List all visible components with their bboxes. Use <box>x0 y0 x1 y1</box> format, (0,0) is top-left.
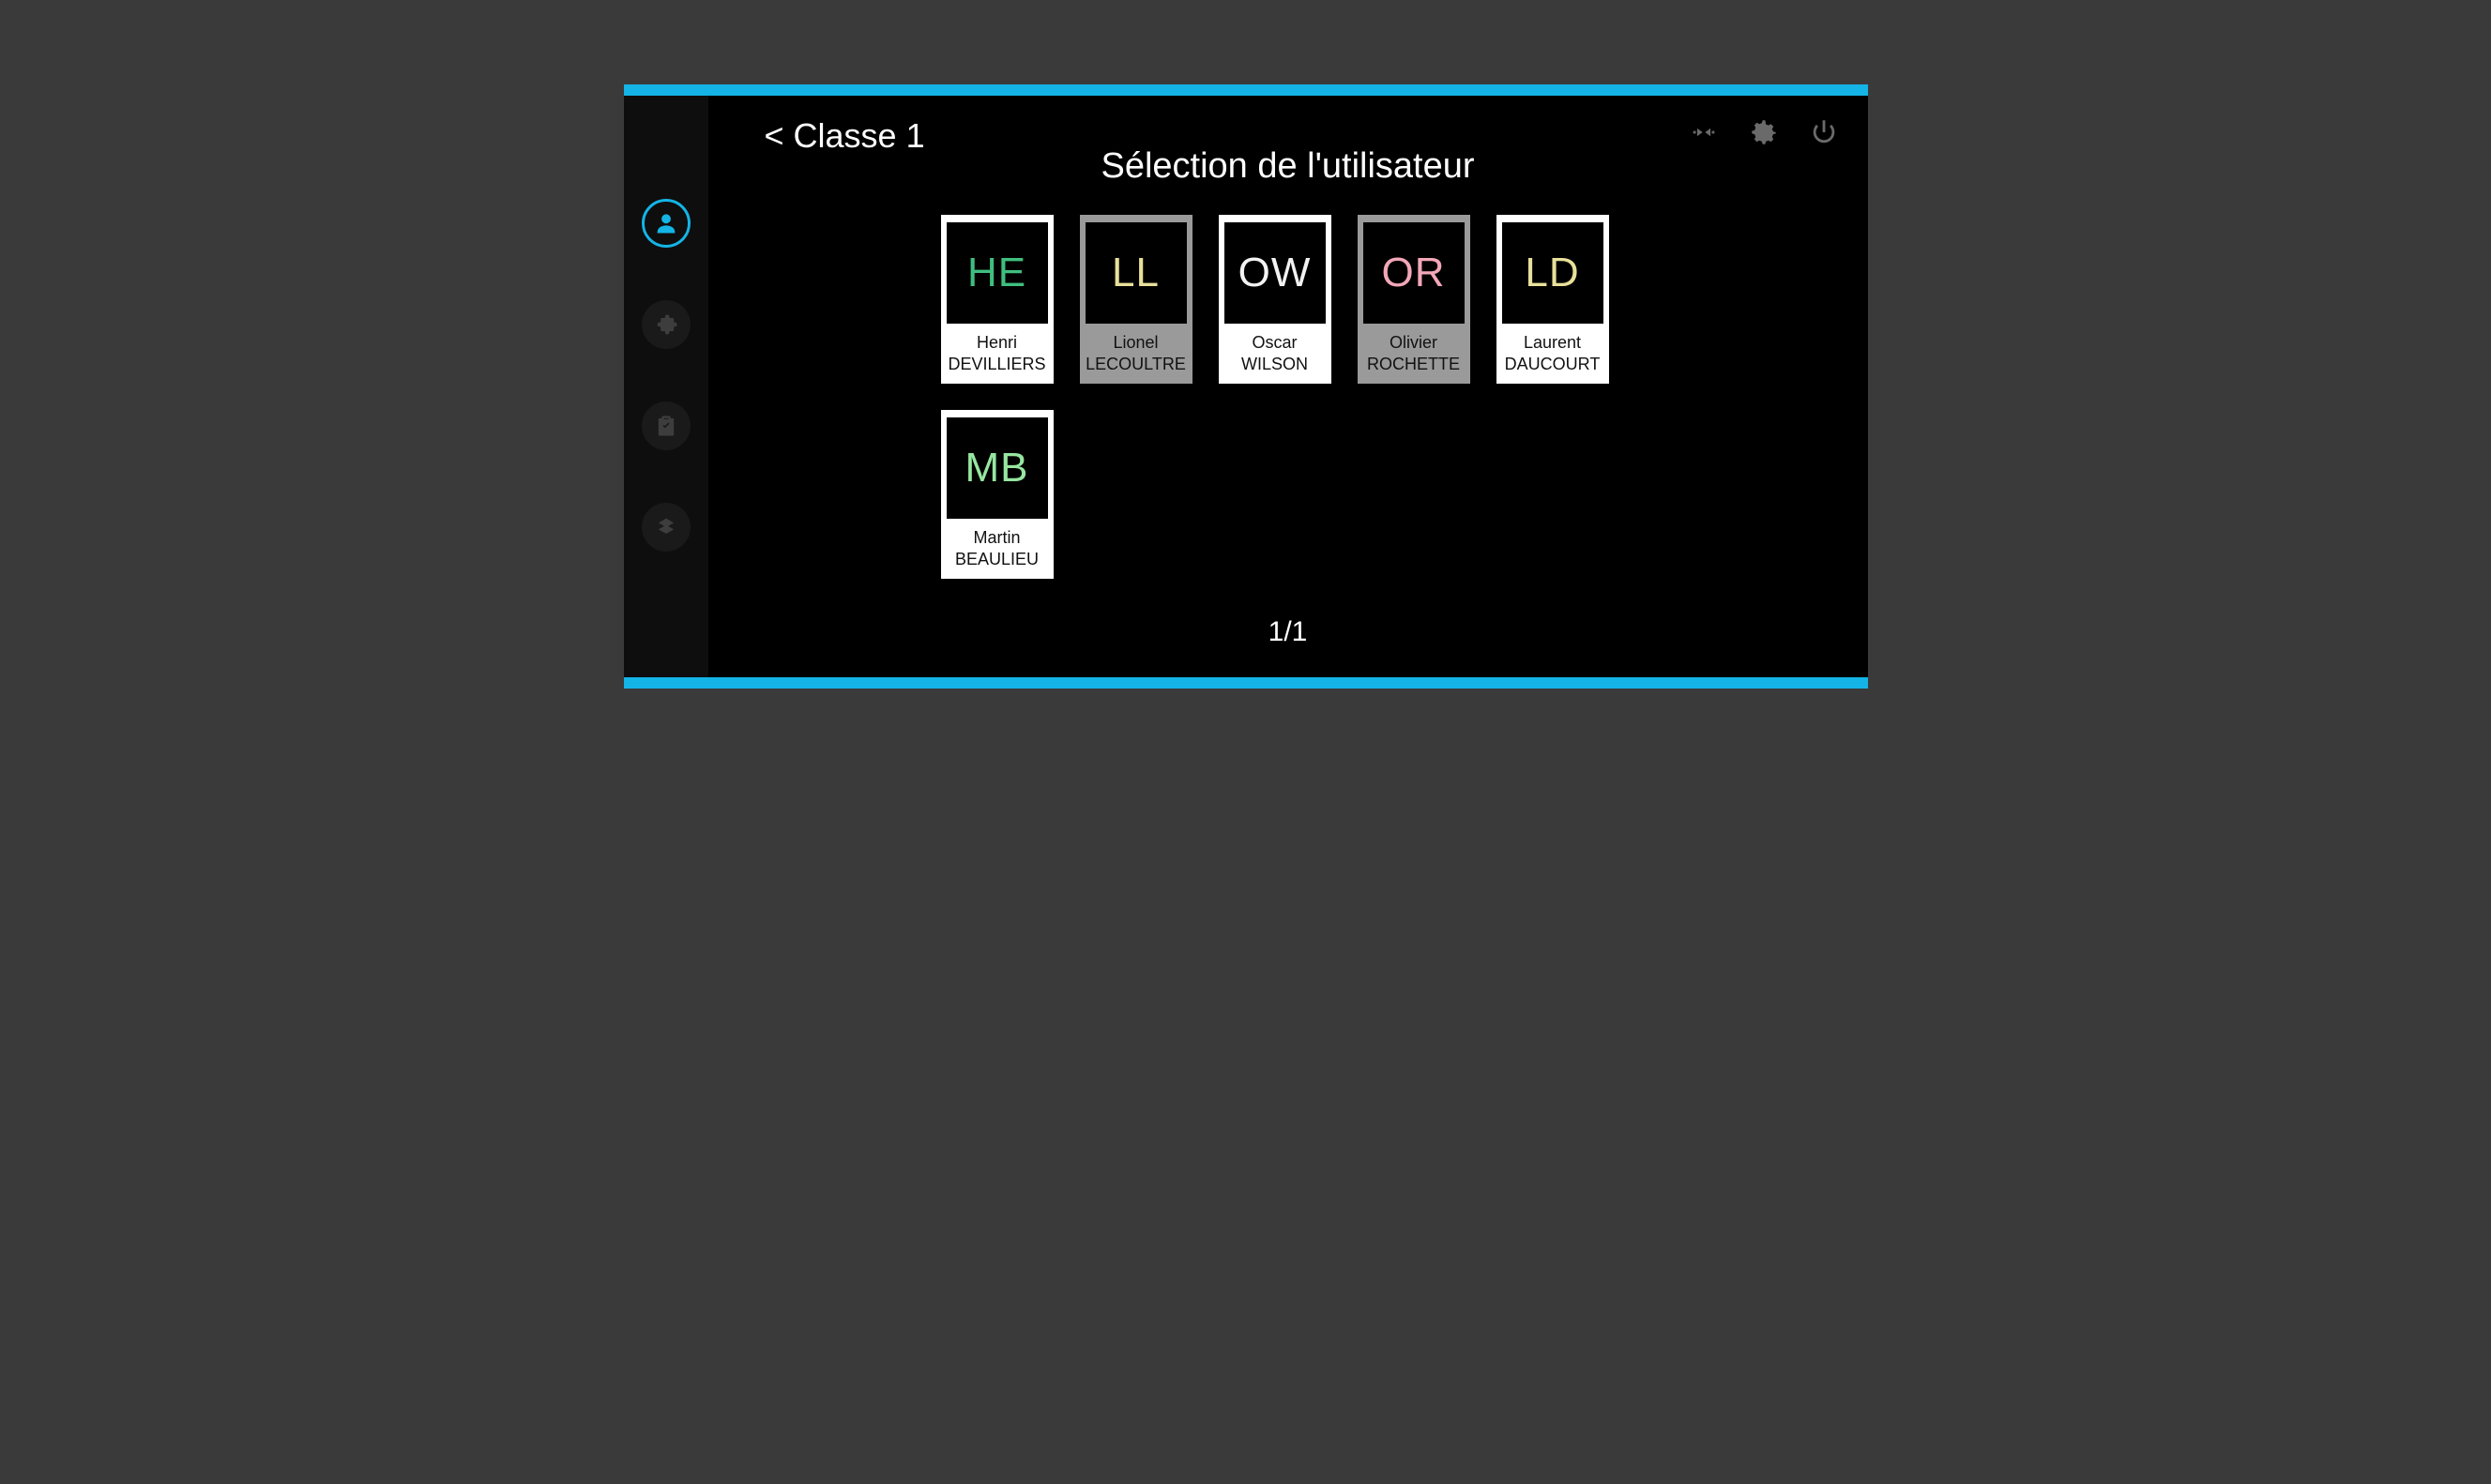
user-first-name: Henri <box>947 333 1048 353</box>
user-last-name: LECOULTRE <box>1086 355 1187 374</box>
user-first-name: Martin <box>947 528 1048 548</box>
user-initials-tile: LL <box>1086 222 1187 324</box>
connection-button[interactable] <box>1688 116 1720 148</box>
user-card[interactable]: LD Laurent DAUCOURT <box>1496 215 1609 384</box>
power-button[interactable] <box>1808 116 1840 148</box>
user-card[interactable]: OR Olivier ROCHETTE <box>1358 215 1470 384</box>
user-last-name: ROCHETTE <box>1363 355 1465 374</box>
top-toolbar <box>1688 116 1840 148</box>
user-initials-tile: HE <box>947 222 1048 324</box>
puzzle-icon <box>653 311 679 338</box>
main-panel: < Classe 1 Sélection de l'utilisateur HE… <box>708 96 1868 677</box>
user-card[interactable]: HE Henri DEVILLIERS <box>941 215 1054 384</box>
user-last-name: WILSON <box>1224 355 1326 374</box>
sidebar <box>624 96 708 677</box>
app-window: < Classe 1 Sélection de l'utilisateur HE… <box>624 84 1868 689</box>
user-initials-tile: LD <box>1502 222 1603 324</box>
nav-clipboard[interactable] <box>642 401 691 450</box>
nav-puzzle[interactable] <box>642 300 691 349</box>
page-indicator: 1/1 <box>746 616 1830 648</box>
user-first-name: Lionel <box>1086 333 1187 353</box>
gear-icon <box>1748 116 1780 148</box>
user-card[interactable]: LL Lionel LECOULTRE <box>1080 215 1192 384</box>
clipboard-icon <box>653 413 679 439</box>
user-card[interactable]: OW Oscar WILSON <box>1219 215 1331 384</box>
nav-rank[interactable] <box>642 503 691 552</box>
rank-icon <box>653 514 679 540</box>
user-initials-tile: OR <box>1363 222 1465 324</box>
user-last-name: DAUCOURT <box>1502 355 1603 374</box>
user-first-name: Oscar <box>1224 333 1326 353</box>
power-icon <box>1808 116 1840 148</box>
settings-button[interactable] <box>1748 116 1780 148</box>
user-last-name: DEVILLIERS <box>947 355 1048 374</box>
back-button[interactable]: < Classe 1 <box>765 116 925 156</box>
user-first-name: Olivier <box>1363 333 1465 353</box>
user-first-name: Laurent <box>1502 333 1603 353</box>
user-initials-tile: MB <box>947 417 1048 519</box>
plug-icon <box>1688 116 1720 148</box>
user-card[interactable]: MB Martin BEAULIEU <box>941 410 1054 579</box>
user-grid: HE Henri DEVILLIERS LL Lionel LECOULTRE OW Osca… <box>941 215 1635 579</box>
nav-user[interactable] <box>642 199 691 248</box>
user-initials-tile: OW <box>1224 222 1326 324</box>
user-last-name: BEAULIEU <box>947 550 1048 569</box>
user-icon <box>653 210 679 236</box>
